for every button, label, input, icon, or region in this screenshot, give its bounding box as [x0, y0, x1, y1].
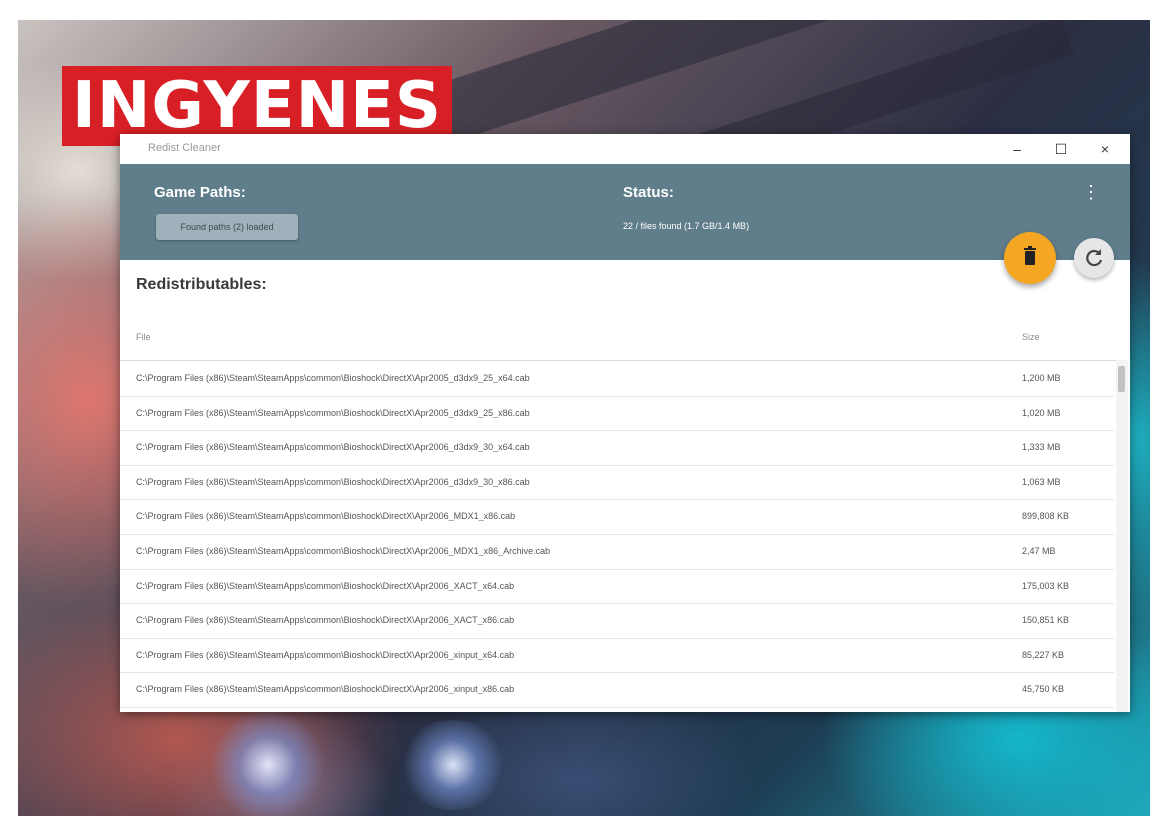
background-light [398, 720, 508, 810]
close-button[interactable]: × [1092, 138, 1118, 160]
file-path: C:\Program Files (x86)\Steam\SteamApps\c… [136, 649, 515, 660]
file-size: 1,200 MB [1022, 373, 1061, 383]
column-header-size[interactable]: Size [1022, 332, 1040, 342]
file-path: C:\Program Files (x86)\Steam\SteamApps\c… [136, 476, 530, 487]
game-paths-button[interactable]: Found paths (2) loaded [156, 214, 298, 240]
table-row[interactable]: C:\Program Files (x86)\Steam\SteamApps\c… [120, 638, 1114, 674]
file-path: C:\Program Files (x86)\Steam\SteamApps\c… [136, 373, 530, 383]
game-paths-label: Game Paths: [154, 184, 246, 201]
table-row[interactable]: C:\Program Files (x86)\Steam\SteamApps\c… [120, 465, 1114, 501]
table-row[interactable]: C:\Program Files (x86)\Steam\SteamApps\c… [120, 499, 1114, 535]
file-size: 899,808 KB [1022, 511, 1070, 522]
section-title: Redistributables: [136, 276, 267, 293]
app-window: Redist Cleaner – ☐ × Game Paths: Found p… [120, 134, 1130, 712]
status-label: Status: [623, 184, 674, 201]
minimize-button[interactable]: – [1004, 138, 1030, 160]
file-size: 175,003 KB [1022, 580, 1070, 591]
file-path: C:\Program Files (x86)\Steam\SteamApps\c… [136, 580, 515, 591]
status-text: 22 / files found (1.7 GB/1.4 MB) [623, 221, 750, 231]
column-header-file[interactable]: File [136, 332, 151, 342]
window-title: Redist Cleaner [148, 142, 221, 154]
refresh-button[interactable] [1074, 238, 1114, 278]
table-row[interactable]: C:\Program Files (x86)\Steam\SteamApps\c… [120, 430, 1114, 466]
table-scrollbar[interactable] [1116, 360, 1128, 712]
file-path: C:\Program Files (x86)\Steam\SteamApps\c… [136, 615, 515, 626]
scrollbar-thumb[interactable] [1118, 366, 1125, 392]
table-row[interactable]: C:\Program Files (x86)\Steam\SteamApps\c… [120, 603, 1114, 639]
trash-icon [1024, 246, 1036, 265]
table-row[interactable]: C:\Program Files (x86)\Steam\SteamApps\c… [120, 569, 1114, 605]
file-path: C:\Program Files (x86)\Steam\SteamApps\c… [136, 684, 515, 695]
file-size: 1,333 MB [1022, 442, 1061, 453]
file-path: C:\Program Files (x86)\Steam\SteamApps\c… [136, 511, 516, 522]
file-size: 85,227 KB [1022, 649, 1065, 660]
file-size: 1,063 MB [1022, 476, 1061, 487]
file-path: C:\Program Files (x86)\Steam\SteamApps\c… [136, 442, 530, 453]
file-table: C:\Program Files (x86)\Steam\SteamApps\c… [120, 360, 1120, 713]
maximize-button[interactable]: ☐ [1048, 138, 1074, 160]
more-menu-icon[interactable]: ⋮ [1082, 180, 1100, 204]
file-size: 150,851 KB [1022, 615, 1070, 626]
background-light [208, 710, 328, 816]
app-header: Game Paths: Found paths (2) loaded Statu… [120, 164, 1130, 260]
file-size: 45,750 KB [1022, 684, 1065, 695]
title-bar: Redist Cleaner – ☐ × [120, 134, 1130, 164]
table-row[interactable]: C:\Program Files (x86)\Steam\SteamApps\c… [120, 534, 1114, 570]
table-row[interactable]: C:\Program Files (x86)\Steam\SteamApps\c… [120, 396, 1114, 432]
file-path: C:\Program Files (x86)\Steam\SteamApps\c… [136, 546, 551, 556]
delete-button[interactable] [1004, 232, 1056, 284]
table-row[interactable]: C:\Program Files (x86)\Steam\SteamApps\c… [120, 672, 1114, 708]
refresh-icon [1086, 249, 1103, 267]
file-size: 2,47 MB [1022, 546, 1056, 556]
file-path: C:\Program Files (x86)\Steam\SteamApps\c… [136, 407, 530, 418]
file-size: 1,020 MB [1022, 407, 1061, 418]
table-row[interactable]: C:\Program Files (x86)\Steam\SteamApps\c… [120, 361, 1114, 397]
